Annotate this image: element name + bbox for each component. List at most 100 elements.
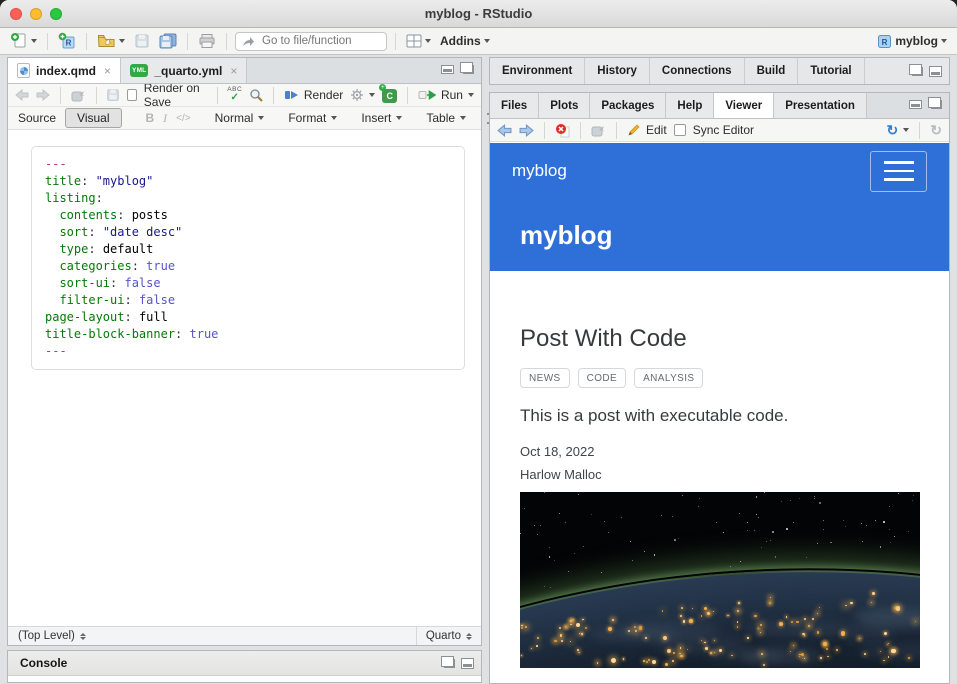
chevron-down-icon [484,39,490,43]
back-icon[interactable] [497,124,512,137]
code-line: categories: true [45,258,451,275]
pencil-icon [627,123,641,137]
search-icon[interactable] [249,88,263,102]
zoom-window-button[interactable] [50,8,62,20]
divider [47,33,48,50]
tab-quarto-yml[interactable]: YML _quarto.yml × [121,58,247,83]
outline-selector[interactable]: (Top Level) [8,630,96,642]
maximize-pane-icon[interactable] [931,100,942,109]
restore-pane-icon[interactable] [912,67,923,76]
tab-tutorial[interactable]: Tutorial [798,58,864,84]
table-menu[interactable]: Table [426,111,466,125]
category-badges: NEWS CODE ANALYSIS [520,368,919,388]
divider [273,87,274,104]
code-line: sort-ui: false [45,275,451,292]
tab-environment[interactable]: Environment [490,58,585,84]
main-toolbar: R Addins R [0,28,957,55]
close-icon[interactable]: × [230,64,237,78]
minimize-window-button[interactable] [30,8,42,20]
close-window-button[interactable] [10,8,22,20]
divider [919,122,920,139]
minimize-pane-icon[interactable] [441,65,454,74]
code-button: </> [176,113,190,124]
code-line: listing: [45,190,451,207]
insert-chunk-button[interactable]: C + [382,88,397,103]
environment-tab-bar: EnvironmentHistoryConnectionsBuildTutori… [490,58,865,84]
render-button[interactable]: Render [284,88,343,102]
tab-history[interactable]: History [585,58,650,84]
render-options-button[interactable] [350,88,375,102]
code-line: contents: posts [45,207,451,224]
divider [86,33,87,50]
restore-pane-icon[interactable] [444,659,455,668]
maximize-pane-icon[interactable] [461,658,474,669]
paragraph-style-dropdown[interactable]: Normal [215,111,265,125]
save-button [132,30,152,52]
tab-presentation[interactable]: Presentation [774,93,867,118]
title-bar: myblog - RStudio [0,0,957,28]
visual-mode-button[interactable]: Visual [65,108,121,128]
sync-publish-button[interactable]: ↻ [887,123,910,137]
chevron-down-icon [903,128,909,132]
environment-pane: EnvironmentHistoryConnectionsBuildTutori… [489,57,950,85]
divider [226,33,227,50]
render-on-save-checkbox[interactable] [127,89,136,101]
run-button[interactable]: Run [418,88,474,102]
tab-help[interactable]: Help [666,93,714,118]
yaml-code-block[interactable]: ---title: "myblog"listing: contents: pos… [31,146,465,370]
sync-editor-checkbox[interactable] [674,124,686,136]
spellcheck-icon[interactable]: ABC ✓ [227,87,242,103]
close-icon[interactable]: × [104,64,111,78]
console-pane: Console [7,650,482,683]
source-mode-button[interactable]: Source [18,111,56,125]
console-header[interactable]: Console [8,651,481,676]
tab-plots[interactable]: Plots [539,93,590,118]
refresh-icon[interactable]: ↻ [930,123,942,137]
minimize-pane-icon[interactable] [909,100,922,109]
format-menu[interactable]: Format [288,111,337,125]
tab-label: _quarto.yml [154,64,222,78]
chevron-down-icon [396,116,402,120]
yml-file-icon: YML [130,64,148,77]
tab-packages[interactable]: Packages [590,93,666,118]
hamburger-menu-button[interactable] [870,151,927,192]
badge-code[interactable]: CODE [578,368,627,388]
pane-layout-button[interactable] [404,30,433,52]
stop-icon[interactable] [555,123,570,138]
tab-index-qmd[interactable]: index.qmd × [8,58,121,83]
render-on-save-label: Render on Save [144,81,207,109]
post-excerpt: This is a post with executable code. [520,406,919,426]
tab-build[interactable]: Build [745,58,799,84]
badge-analysis[interactable]: ANALYSIS [634,368,703,388]
addins-menu[interactable]: Addins [438,30,492,52]
maximize-pane-icon[interactable] [929,66,942,77]
goto-file-search[interactable] [235,32,387,51]
chevron-down-icon [258,116,264,120]
save-all-icon [159,33,177,49]
blog-title: myblog [520,220,612,251]
editor-status-bar: (Top Level) Quarto [8,626,481,645]
tab-connections[interactable]: Connections [650,58,745,84]
badge-news[interactable]: NEWS [520,368,570,388]
file-type-selector[interactable]: Quarto [416,627,481,645]
open-file-button[interactable] [95,30,127,52]
bold-button: B [146,111,155,125]
forward-icon[interactable] [519,124,534,137]
new-project-button[interactable]: R [56,30,78,52]
run-label: Run [441,88,463,102]
blog-navbar: myblog [490,143,949,199]
print-button[interactable] [196,30,218,52]
project-menu[interactable]: R myblog [875,30,949,52]
blog-navbar-title[interactable]: myblog [512,161,567,181]
svg-text:R: R [66,39,72,48]
chevron-down-icon [119,39,125,43]
save-all-button[interactable] [157,30,179,52]
insert-menu[interactable]: Insert [361,111,402,125]
tab-viewer[interactable]: Viewer [714,93,774,118]
edit-button[interactable]: Edit [627,123,667,137]
divider [616,122,617,139]
new-file-button[interactable] [8,30,39,52]
plus-icon: + [379,84,386,91]
tab-files[interactable]: Files [490,93,539,118]
maximize-pane-icon[interactable] [463,65,474,74]
